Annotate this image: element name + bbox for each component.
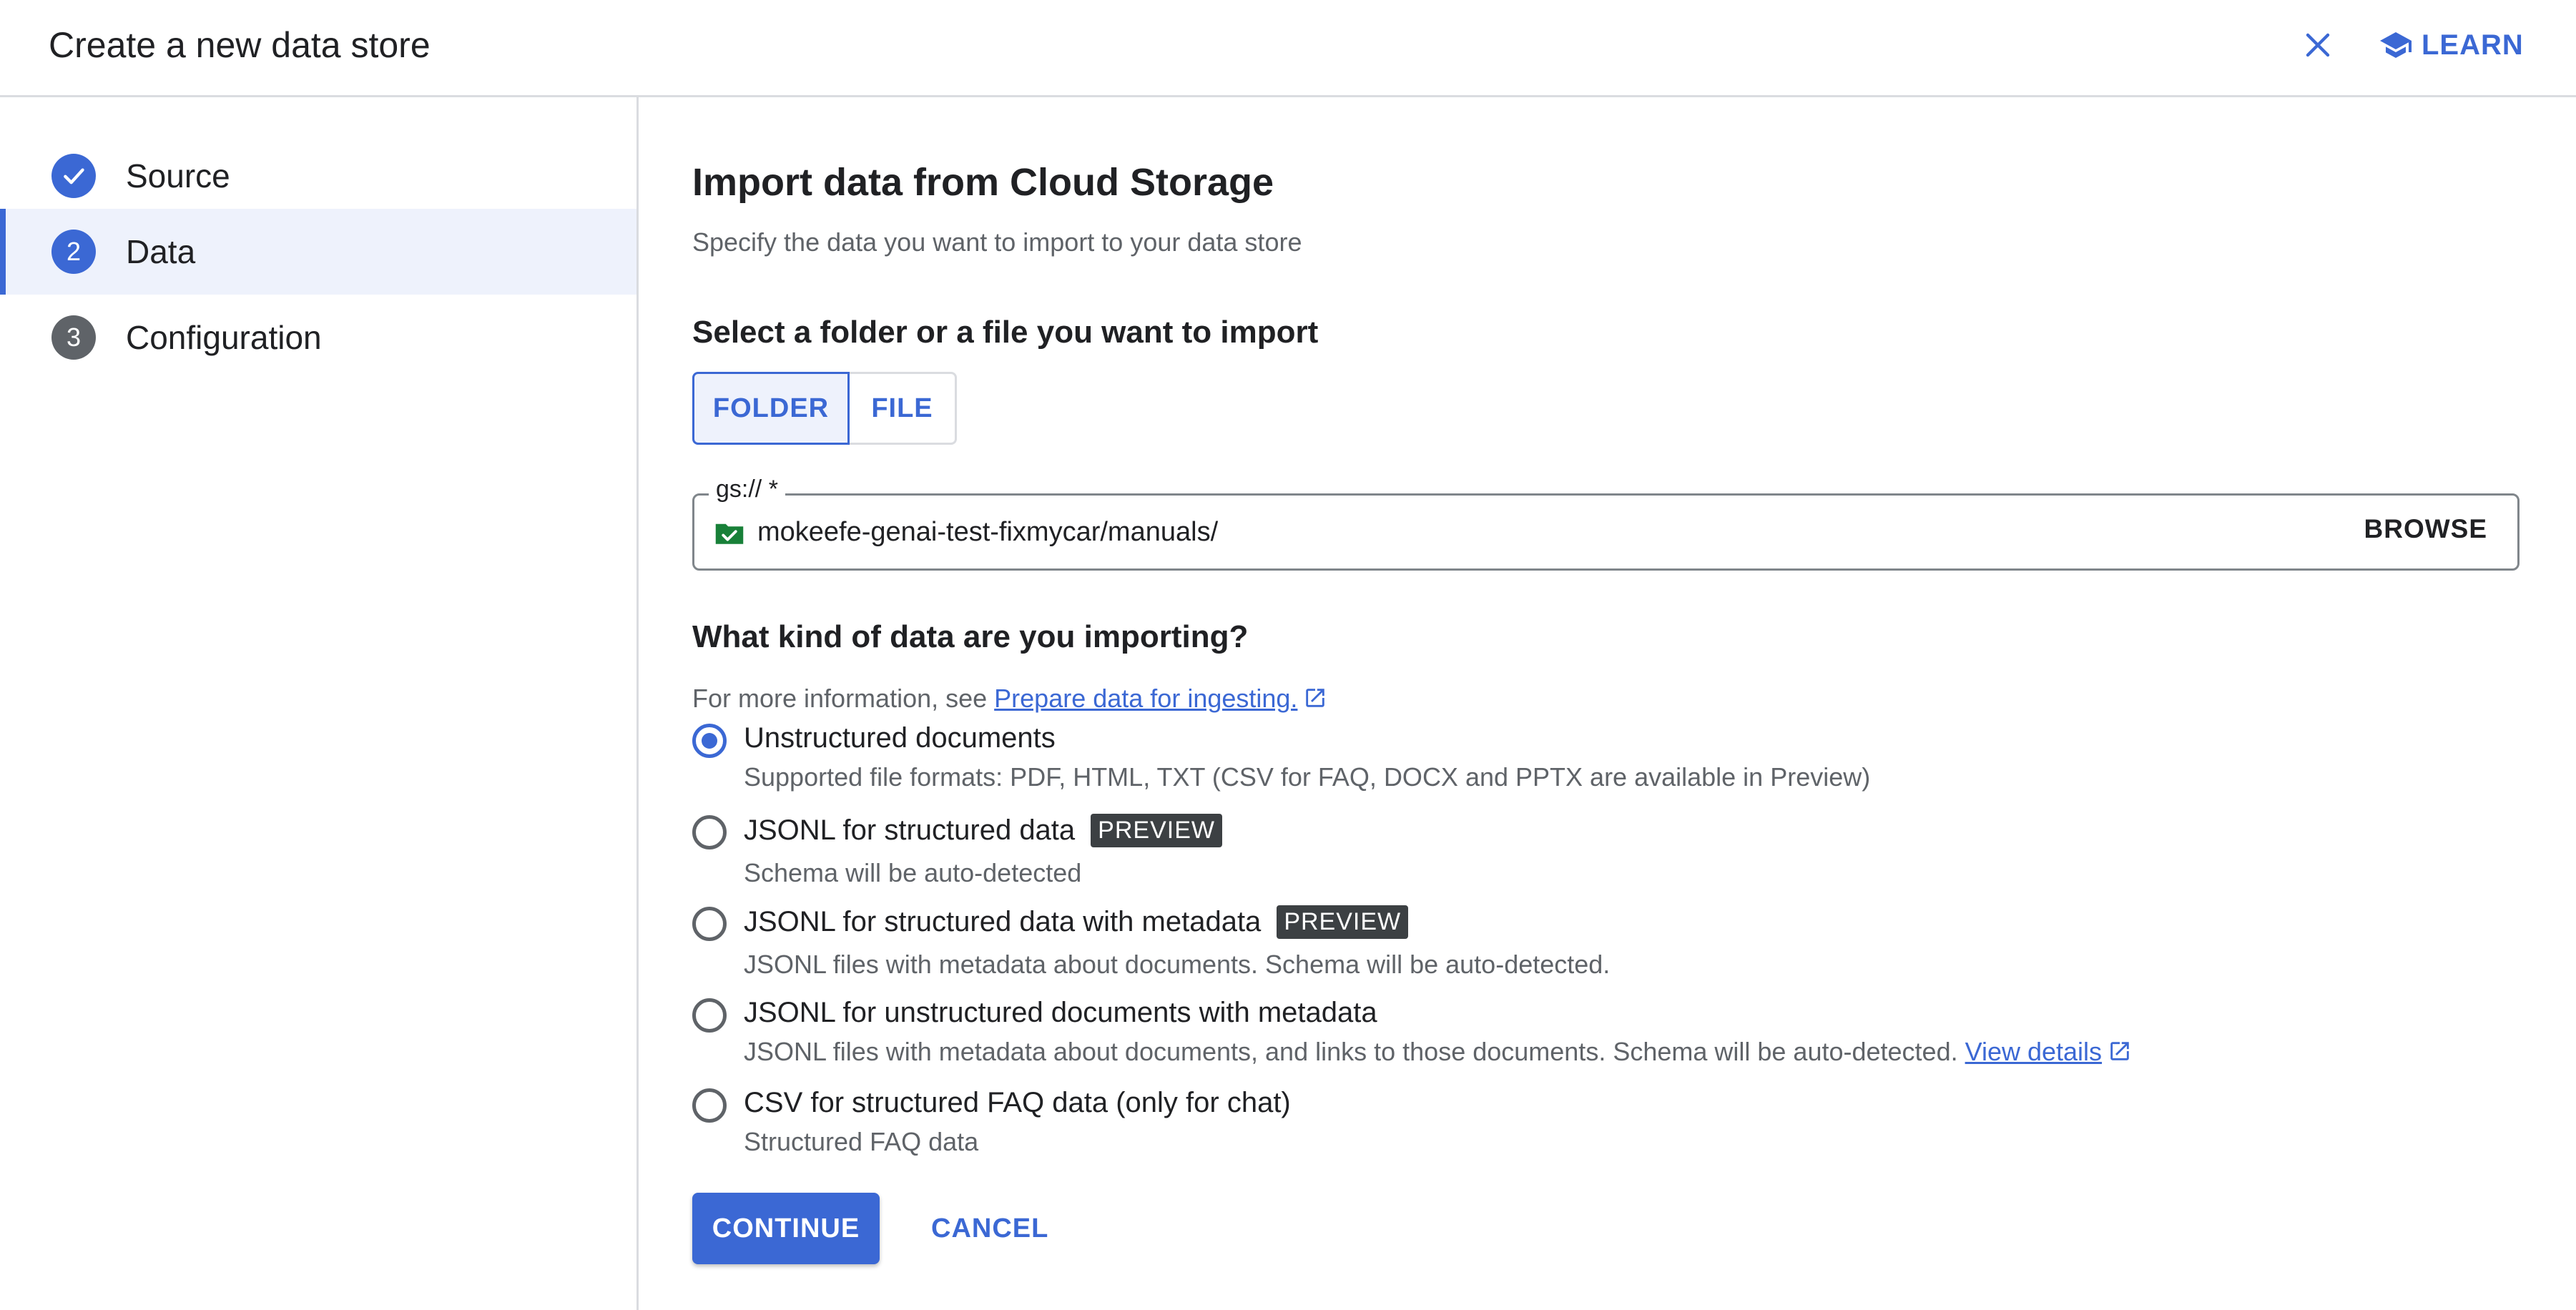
external-link-icon [2110,1042,2129,1060]
gcs-path-field: gs:// * BROWSE [692,476,2520,571]
radio-csv-faq[interactable] [692,1088,727,1123]
step-label: Data [126,233,196,270]
file-toggle-button[interactable]: FILE [850,372,957,445]
step-source[interactable]: Source [0,133,636,219]
bucket-check-icon [715,523,744,544]
dialog-title: Create a new data store [49,25,431,65]
preview-badge: PREVIEW [1091,814,1222,847]
select-heading: Select a folder or a file you want to im… [692,315,1319,350]
folder-toggle-button[interactable]: FOLDER [692,372,850,445]
option-label: JSONL for unstructured documents with me… [744,997,1377,1028]
step-label: Source [126,157,230,194]
step-label: Configuration [126,319,322,356]
stepper-sidebar: Source 2 Data 3 Configuration [0,97,639,1310]
option-description: Supported file formats: PDF, HTML, TXT (… [744,762,1871,792]
info-prefix: For more information, see [692,684,995,713]
option-label: JSONL for structured data with metadata [744,906,1262,937]
radio-jsonl-structured-metadata[interactable] [692,907,727,941]
step-number: 3 [51,315,96,360]
option-description: JSONL files with metadata about document… [744,950,1611,979]
external-link-icon [1306,689,1325,707]
page-subtitle: Specify the data you want to import to y… [692,227,1302,257]
option-description: JSONL files with metadata about document… [744,1037,1965,1066]
option-description: Schema will be auto-detected [744,858,1082,887]
step-data[interactable]: 2 Data [0,209,636,295]
option-label: Unstructured documents [744,722,1056,754]
continue-button[interactable]: CONTINUE [692,1193,880,1264]
folder-file-toggle: FOLDER FILE [692,372,957,445]
learn-button[interactable]: LEARN [2379,20,2524,70]
gcs-path-input[interactable] [757,510,2302,554]
option-description-row: JSONL files with metadata about document… [744,1037,2132,1067]
radio-jsonl-structured[interactable] [692,815,727,849]
option-label-row: JSONL for structured data PREVIEW [744,814,1222,847]
page-title: Import data from Cloud Storage [692,161,1274,204]
cancel-button[interactable]: CANCEL [931,1193,1048,1264]
option-label: CSV for structured FAQ data (only for ch… [744,1087,1291,1118]
preview-badge: PREVIEW [1277,905,1409,939]
radio-unstructured-documents[interactable] [692,724,727,758]
prepare-data-link[interactable]: Prepare data for ingesting. [994,684,1297,713]
school-icon [2380,32,2412,58]
view-details-link[interactable]: View details [1965,1037,2102,1066]
step-number: 2 [51,230,96,274]
option-label: JSONL for structured data [744,814,1076,846]
learn-label: LEARN [2422,29,2524,61]
close-button[interactable] [2293,20,2343,70]
option-label-row: JSONL for structured data with metadata P… [744,905,1409,939]
data-kind-heading: What kind of data are you importing? [692,619,1249,654]
browse-button[interactable]: BROWSE [2364,514,2488,544]
radio-jsonl-unstructured-metadata[interactable] [692,998,727,1033]
option-description: Structured FAQ data [744,1127,979,1156]
info-text: For more information, see Prepare data f… [692,684,1327,714]
close-icon [2306,33,2330,57]
dialog-header: Create a new data store LEARN [0,0,2576,97]
gcs-path-label: gs:// * [709,476,785,503]
step-complete-indicator [51,154,96,198]
check-icon [64,168,84,184]
step-configuration[interactable]: 3 Configuration [0,295,636,380]
